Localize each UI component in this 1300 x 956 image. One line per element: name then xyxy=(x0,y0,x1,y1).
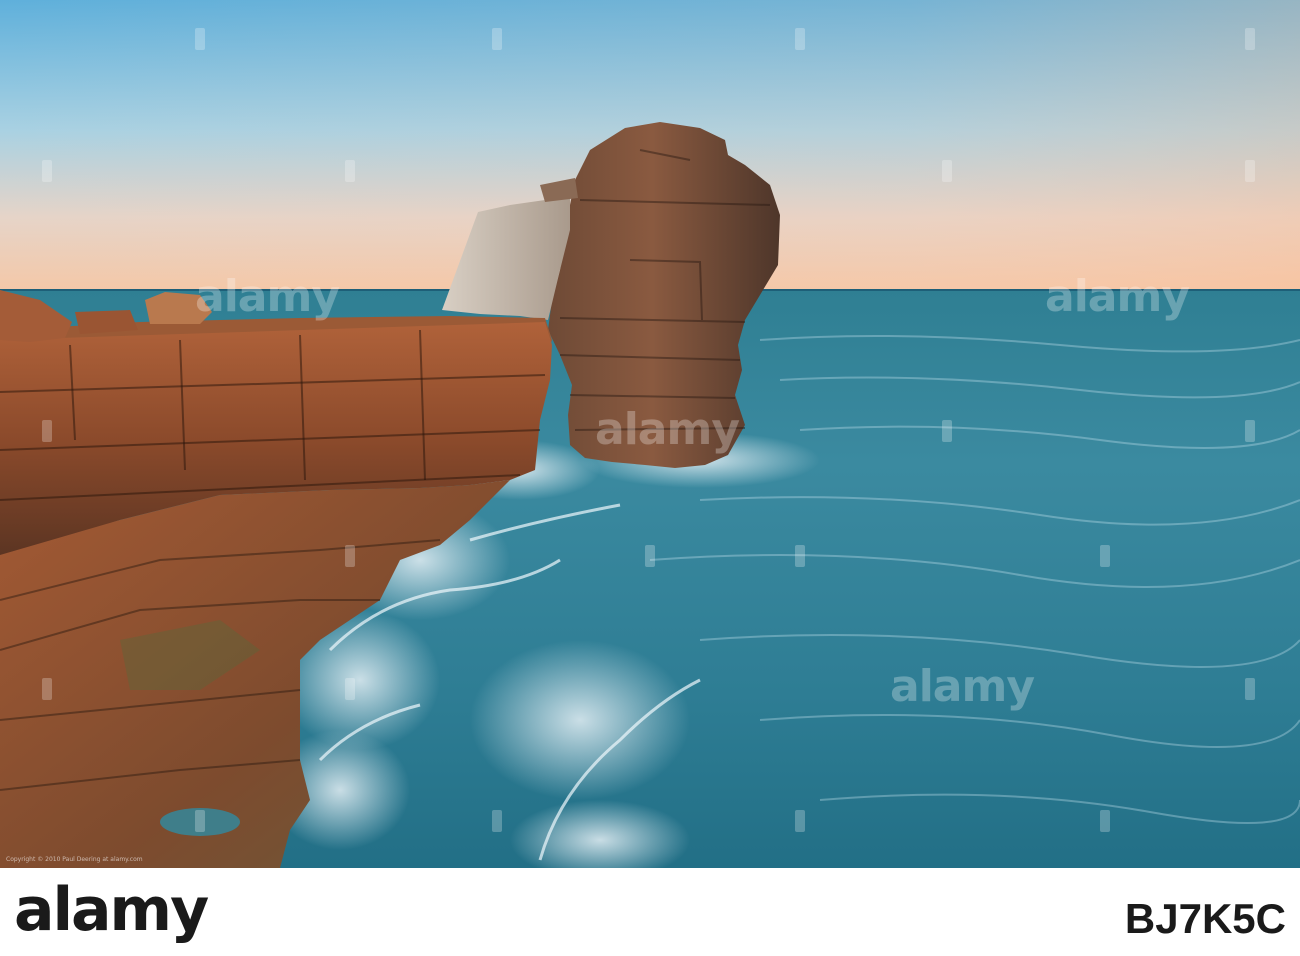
footer-bar: alamy BJ7K5C xyxy=(0,868,1300,956)
brand-logo[interactable]: alamy xyxy=(14,880,209,940)
copyright-notice: Copyright © 2010 Paul Deering at alamy.c… xyxy=(6,856,143,863)
landscape-photo: alamy alamy alamy alamy Copyright © 2010… xyxy=(0,0,1300,868)
image-id: BJ7K5C xyxy=(1124,895,1286,942)
